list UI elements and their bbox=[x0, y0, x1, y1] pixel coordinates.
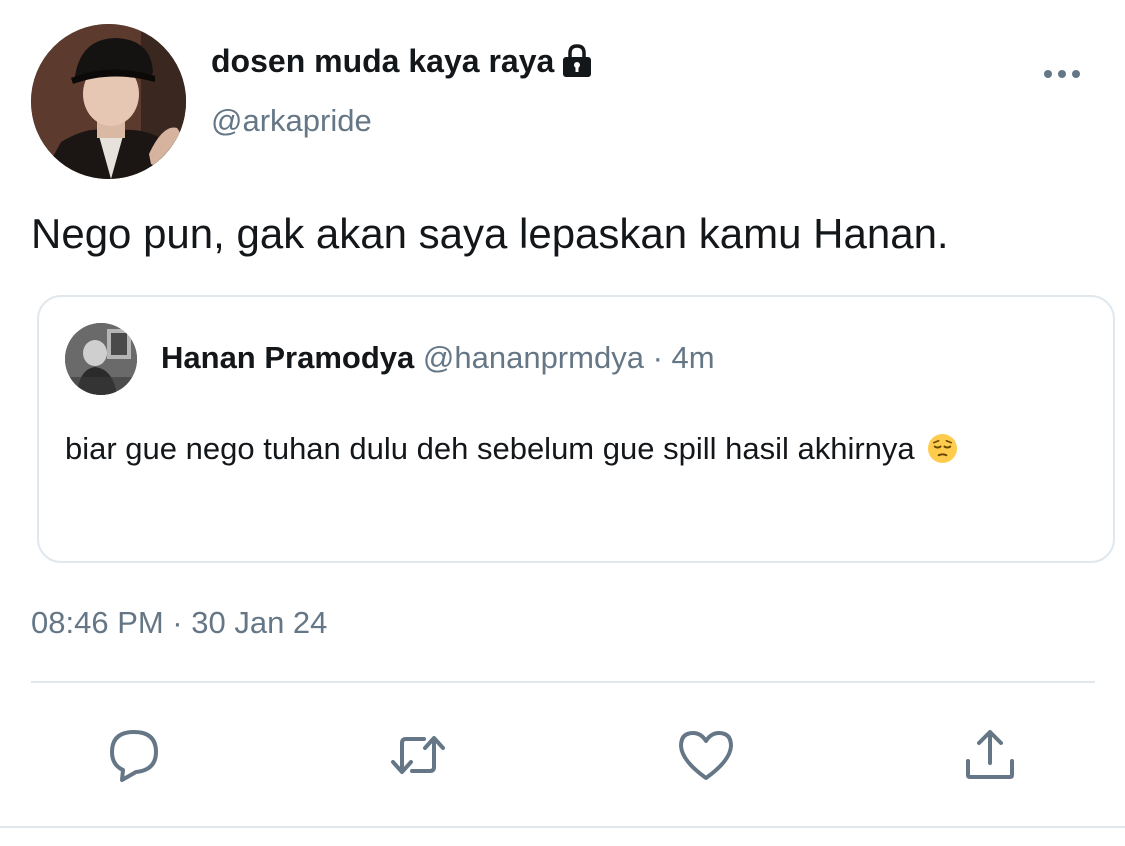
quoted-author-handle[interactable]: @hananprmdya bbox=[423, 340, 644, 375]
heart-icon bbox=[679, 731, 733, 780]
pensive-face-emoji-icon bbox=[927, 427, 958, 464]
quoted-tweet-card[interactable]: Hanan Pramodya @hananprmdya · 4m biar gu… bbox=[37, 295, 1115, 563]
quoted-tweet-header: Hanan Pramodya @hananprmdya · 4m bbox=[161, 339, 715, 377]
quoted-avatar-photo bbox=[65, 323, 137, 395]
retweet-icon bbox=[391, 736, 445, 774]
action-bar-divider bbox=[31, 681, 1095, 683]
tweet-timestamp[interactable]: 08:46 PM · 30 Jan 24 bbox=[31, 604, 327, 642]
quoted-tweet-text: biar gue nego tuhan dulu deh sebelum gue… bbox=[65, 431, 915, 466]
avatar-photo bbox=[31, 24, 186, 179]
share-icon bbox=[966, 730, 1014, 779]
quoted-tweet-time: 4m bbox=[671, 340, 715, 375]
reply-icon bbox=[110, 730, 158, 782]
lock-icon bbox=[560, 43, 594, 79]
bottom-divider bbox=[0, 826, 1125, 828]
like-button[interactable] bbox=[676, 725, 736, 785]
quoted-author-name[interactable]: Hanan Pramodya bbox=[161, 340, 414, 375]
author-handle[interactable]: @arkapride bbox=[211, 102, 372, 140]
quoted-author-avatar[interactable] bbox=[65, 323, 137, 395]
quoted-tweet-body: biar gue nego tuhan dulu deh sebelum gue… bbox=[65, 422, 1065, 476]
author-avatar[interactable] bbox=[31, 24, 186, 179]
retweet-button[interactable] bbox=[388, 725, 448, 785]
share-button[interactable] bbox=[960, 725, 1020, 785]
tweet-text: Nego pun, gak akan saya lepaskan kamu Ha… bbox=[31, 210, 949, 257]
reply-button[interactable] bbox=[104, 725, 164, 785]
more-options-icon[interactable] bbox=[1040, 62, 1084, 86]
author-display-name[interactable]: dosen muda kaya raya bbox=[211, 42, 554, 80]
author-display-name-row[interactable]: dosen muda kaya raya bbox=[211, 42, 594, 80]
quoted-meta-separator: · bbox=[652, 340, 663, 375]
